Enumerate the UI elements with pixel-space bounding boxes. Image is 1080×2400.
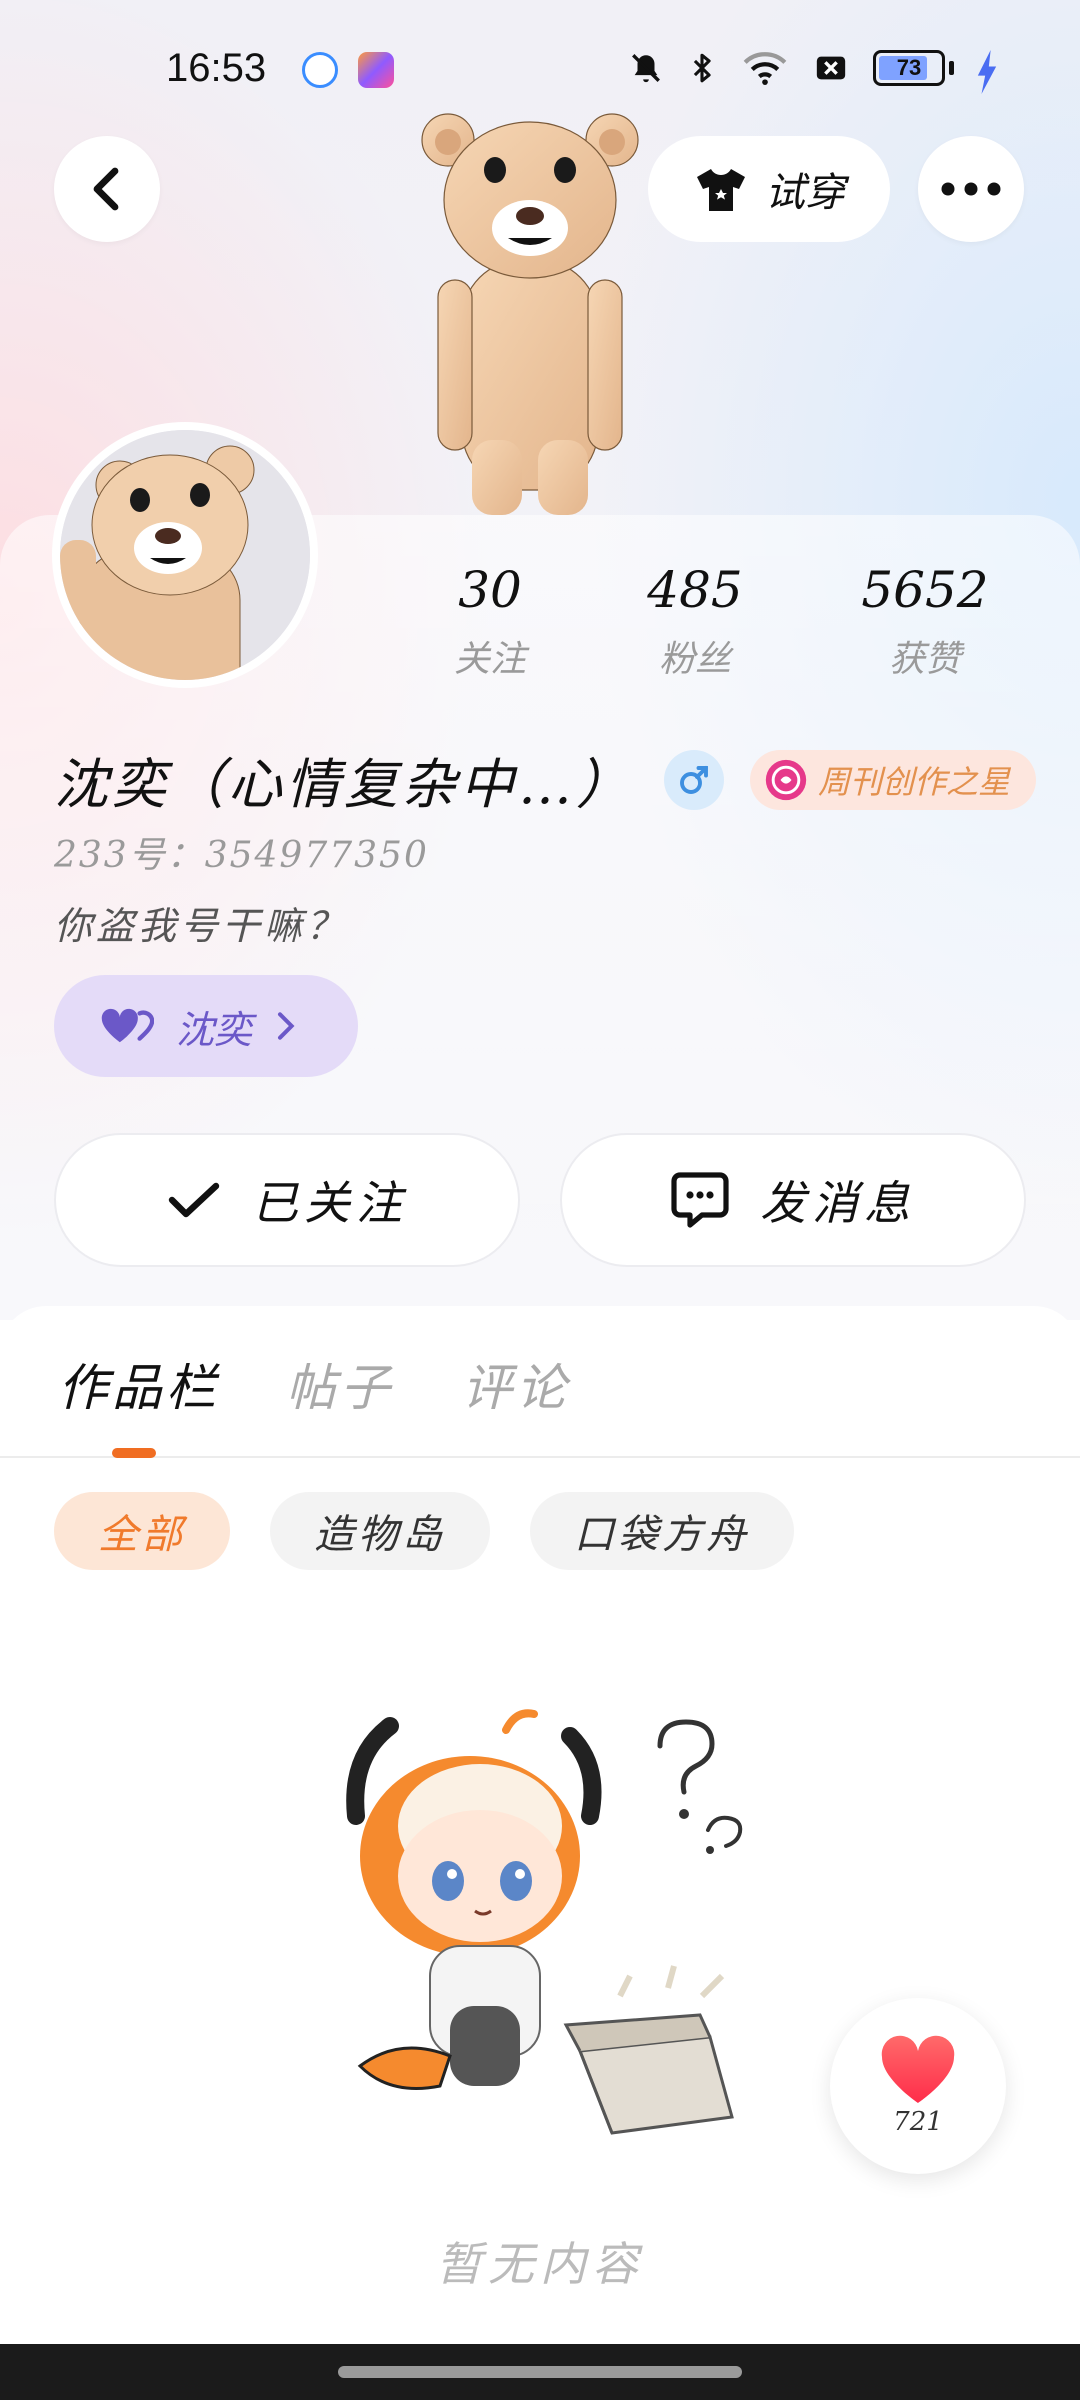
badge-label: 周刊创作之星 xyxy=(818,762,1011,801)
user-id[interactable]: 233号：354977350 xyxy=(54,826,429,878)
bluetooth-icon xyxy=(685,51,719,85)
stat-value: 30 xyxy=(458,561,522,619)
chip-pocket-ark[interactable]: 口袋方舟 xyxy=(530,1492,794,1570)
avatar[interactable] xyxy=(52,422,318,688)
content-section: 作品栏 帖子 评论 全部 造物岛 口袋方舟 暂无内容 xyxy=(0,1306,1080,2346)
empty-state-text: 暂无内容 xyxy=(436,2237,644,2291)
battery-level: 73 xyxy=(896,55,922,80)
badge-emblem-icon xyxy=(765,759,807,800)
tab-posts[interactable]: 帖子 xyxy=(286,1348,394,1420)
tab-works[interactable]: 作品栏 xyxy=(58,1348,220,1420)
heart-link-icon xyxy=(101,1008,154,1043)
app-gallery-icon xyxy=(358,52,394,88)
profile-stats: 30 关注 485 粉丝 5652 获赞 xyxy=(400,560,1040,682)
mute-icon xyxy=(629,51,663,85)
message-label: 发消息 xyxy=(760,1176,916,1230)
follow-button[interactable]: 已关注 xyxy=(54,1133,520,1267)
check-icon xyxy=(168,1182,220,1218)
stat-label: 获赞 xyxy=(888,639,961,680)
more-dots-icon xyxy=(941,182,1001,196)
stat-label: 关注 xyxy=(453,639,526,680)
avatar-image xyxy=(60,430,310,680)
chevron-left-icon xyxy=(93,167,119,211)
stat-following[interactable]: 30 关注 xyxy=(400,560,580,682)
follow-label: 已关注 xyxy=(252,1176,408,1230)
more-button[interactable] xyxy=(918,136,1024,242)
like-count: 721 xyxy=(893,2107,943,2137)
profile-bio: 你盗我号干嘛？ xyxy=(54,904,349,948)
wifi-icon xyxy=(741,51,789,85)
chevron-right-icon xyxy=(278,1012,295,1040)
floating-like-button[interactable]: 721 xyxy=(830,1998,1006,2174)
charging-icon xyxy=(976,50,998,94)
home-indicator[interactable] xyxy=(338,2366,742,2378)
male-gender-icon xyxy=(664,749,724,810)
name-row: 沈奕（心情复杂中…） 周刊创作之星 xyxy=(54,740,1037,819)
battery-icon: 73 xyxy=(873,50,945,86)
tab-comments[interactable]: 评论 xyxy=(462,1348,570,1420)
empty-state-illustration xyxy=(346,1709,743,2135)
content-tabs: 作品栏 帖子 评论 xyxy=(0,1306,1080,1458)
heart-icon xyxy=(881,2035,955,2103)
try-on-label: 试穿 xyxy=(765,170,845,216)
sim-off-icon xyxy=(811,51,851,85)
stat-value: 485 xyxy=(647,561,743,619)
filter-chips: 全部 造物岛 口袋方舟 xyxy=(54,1492,794,1570)
stat-likes[interactable]: 5652 获赞 xyxy=(810,560,1040,682)
linked-profile-button[interactable]: 沈奕 xyxy=(54,975,358,1077)
status-time: 16:53 xyxy=(166,46,267,90)
tshirt-icon xyxy=(697,169,745,211)
creator-star-badge[interactable]: 周刊创作之星 xyxy=(750,749,1037,810)
try-on-button[interactable]: 试穿 xyxy=(648,136,890,242)
stat-label: 粉丝 xyxy=(658,639,731,680)
stat-value: 5652 xyxy=(861,561,989,619)
stat-followers[interactable]: 485 粉丝 xyxy=(580,560,810,682)
app-search-icon xyxy=(302,52,338,88)
chip-creation-island[interactable]: 造物岛 xyxy=(270,1492,490,1570)
tab-indicator xyxy=(112,1448,156,1458)
chip-all[interactable]: 全部 xyxy=(54,1492,230,1570)
character-model xyxy=(421,113,639,515)
chat-bubble-icon xyxy=(671,1172,729,1228)
battery-cap xyxy=(949,61,954,75)
linked-profile-label: 沈奕 xyxy=(176,1007,253,1052)
back-button[interactable] xyxy=(54,136,160,242)
profile-name: 沈奕（心情复杂中…） xyxy=(54,753,634,816)
message-button[interactable]: 发消息 xyxy=(560,1133,1026,1267)
